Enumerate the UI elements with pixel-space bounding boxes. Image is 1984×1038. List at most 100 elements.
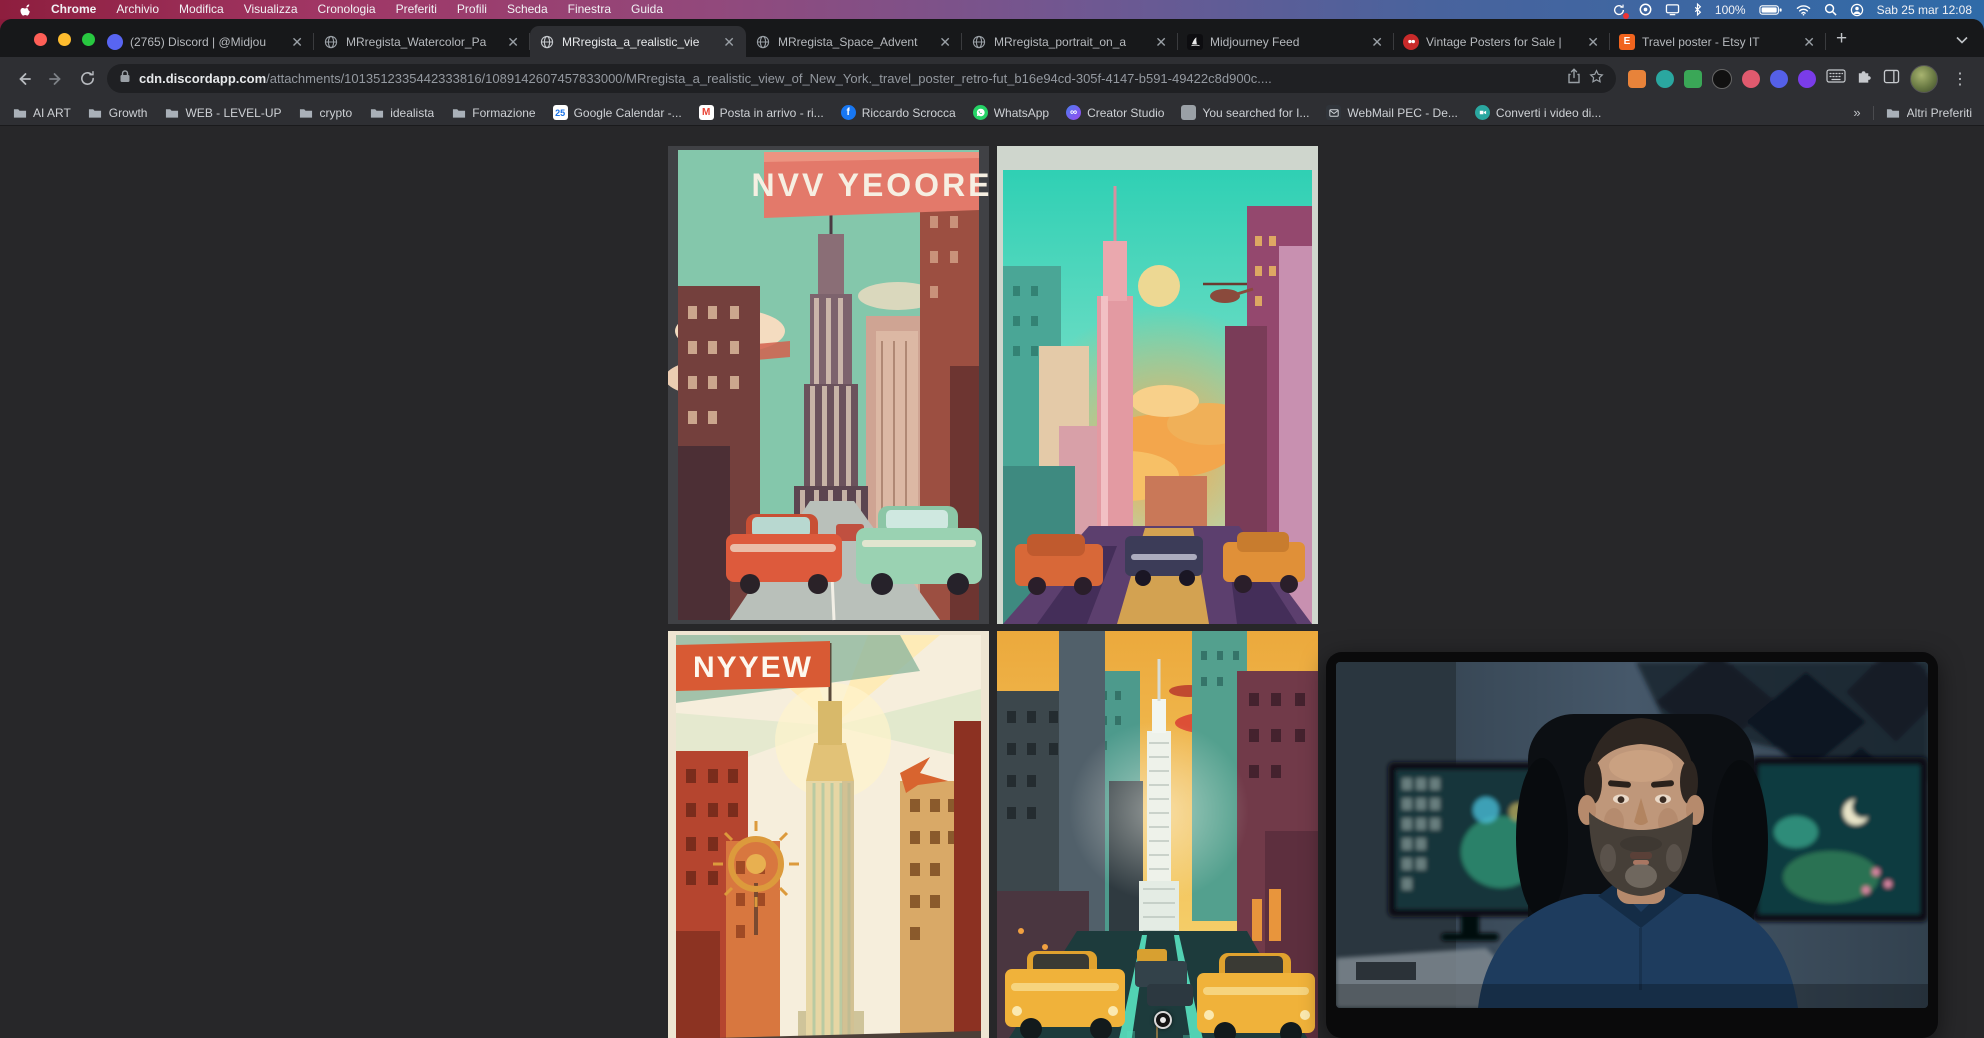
bookmark-folder-idealista[interactable]: idealista [369,105,434,120]
bookmark-label: WhatsApp [994,106,1049,120]
menu-item-cronologia[interactable]: Cronologia [308,0,386,19]
screen-mirroring-icon[interactable] [1665,3,1680,16]
bookmark-whatsapp[interactable]: WhatsApp [973,105,1049,120]
tab-close-icon[interactable]: ✕ [721,35,737,49]
tab-etsy[interactable]: E Travel poster - Etsy IT ✕ [1610,26,1826,57]
bookmark-you-searched[interactable]: You searched for I... [1181,105,1309,120]
bookmark-creator-studio[interactable]: ∞ Creator Studio [1066,105,1164,120]
side-panel-icon[interactable] [1883,69,1900,89]
bookmark-converti-video[interactable]: Converti i video di... [1475,105,1601,120]
google-calendar-icon: 25 [553,105,568,120]
reload-button[interactable] [76,67,99,90]
menu-item-modifica[interactable]: Modifica [169,0,234,19]
tab-watercolor[interactable]: MRregista_Watercolor_Pa ✕ [314,26,530,57]
facebook-icon: f [841,105,856,120]
tab-label: Vintage Posters for Sale | [1426,35,1578,49]
minimize-window-button[interactable] [58,33,71,46]
url-domain: cdn.discordapp.com [139,71,266,86]
macos-menu-bar: Chrome Archivio Modifica Visualizza Cron… [0,0,1984,19]
close-window-button[interactable] [34,33,47,46]
bookmark-folder-web-level-up[interactable]: WEB - LEVEL-UP [164,105,281,120]
tab-space-adventure[interactable]: MRregista_Space_Advent ✕ [746,26,962,57]
extension-icon-indigo[interactable] [1770,70,1788,88]
tab-close-icon[interactable]: ✕ [289,35,305,49]
share-icon[interactable] [1567,68,1581,89]
tab-label: Midjourney Feed [1210,35,1362,49]
etsy-favicon: E [1619,34,1635,50]
globe-favicon [755,34,771,50]
video-converter-icon [1475,105,1490,120]
back-button[interactable] [12,67,36,91]
bookmark-google-calendar[interactable]: 25 Google Calendar -... [553,105,682,120]
battery-icon[interactable] [1759,4,1783,16]
profile-avatar[interactable] [1910,65,1938,93]
webcam-video-frame [1336,662,1928,1008]
bookmark-folder-growth[interactable]: Growth [88,105,148,120]
tab-portrait[interactable]: MRregista_portrait_on_a ✕ [962,26,1178,57]
bookmarks-overflow-chevron[interactable]: » [1853,105,1860,120]
keyboard-shortcut-icon[interactable] [1826,69,1846,88]
extension-icon-orange[interactable] [1628,70,1646,88]
tab-realistic-view-active[interactable]: MRregista_a_realistic_vie ✕ [530,26,746,57]
tab-close-icon[interactable]: ✕ [1369,35,1385,49]
extension-icon-purple[interactable] [1798,70,1816,88]
bookmark-folder-ai-art[interactable]: AI ART [12,105,71,120]
menu-bar-clock[interactable]: Sab 25 mar 12:08 [1877,3,1972,17]
bookmark-folder-crypto[interactable]: crypto [299,105,353,120]
shield-status-icon[interactable] [1639,3,1652,16]
menu-item-visualizza[interactable]: Visualizza [234,0,308,19]
poster-title-top-left: NVV YEOORE [751,167,989,203]
extension-icon-green[interactable] [1684,70,1702,88]
tab-midjourney-feed[interactable]: Midjourney Feed ✕ [1178,26,1394,57]
bookmark-facebook-profile[interactable]: f Riccardo Scrocca [841,105,956,120]
webcam-overlay [1326,652,1938,1038]
extension-icon-black[interactable] [1712,69,1732,89]
address-bar[interactable]: cdn.discordapp.com/attachments/101351233… [107,64,1616,93]
tab-close-icon[interactable]: ✕ [937,35,953,49]
bluetooth-icon[interactable] [1693,3,1702,16]
menu-item-archivio[interactable]: Archivio [106,0,169,19]
menu-item-chrome[interactable]: Chrome [41,0,106,19]
extensions-puzzle-icon[interactable] [1856,68,1873,90]
fast-user-switch-icon[interactable] [1850,3,1864,17]
extension-icon-red[interactable] [1742,70,1760,88]
bookmark-folder-formazione[interactable]: Formazione [451,105,535,120]
bookmark-other-favorites[interactable]: Altri Preferiti [1886,105,1972,120]
menu-item-finestra[interactable]: Finestra [558,0,621,19]
apple-menu-icon[interactable] [12,3,41,17]
spotlight-search-icon[interactable] [1824,3,1837,16]
menu-item-scheda[interactable]: Scheda [497,0,558,19]
globe-favicon [539,34,555,50]
tab-search-chevron-icon[interactable] [1956,31,1968,49]
menu-item-preferiti[interactable]: Preferiti [386,0,447,19]
menu-item-profili[interactable]: Profili [447,0,497,19]
tab-close-icon[interactable]: ✕ [505,35,521,49]
vintage-posters-favicon [1403,34,1419,50]
new-tab-button[interactable]: + [1836,29,1847,48]
tab-close-icon[interactable]: ✕ [1153,35,1169,49]
browser-toolbar: cdn.discordapp.com/attachments/101351233… [0,57,1984,100]
forward-button[interactable] [44,67,68,91]
bookmark-webmail-pec[interactable]: WebMail PEC - De... [1326,105,1457,120]
folder-icon [369,105,384,120]
battery-percent: 100% [1715,3,1746,17]
bookmark-gmail-inbox[interactable]: M Posta in arrivo - ri... [699,105,824,120]
tab-label: MRregista_portrait_on_a [994,35,1146,49]
tab-vintage-posters[interactable]: Vintage Posters for Sale | ✕ [1394,26,1610,57]
tab-close-icon[interactable]: ✕ [1585,35,1601,49]
tabs: (2765) Discord | @Midjou ✕ MRregista_Wat… [98,26,1826,57]
tab-discord[interactable]: (2765) Discord | @Midjou ✕ [98,26,314,57]
wifi-icon[interactable] [1796,4,1811,16]
bookmark-label: You searched for I... [1202,106,1309,120]
bookmark-label: WEB - LEVEL-UP [185,106,281,120]
generic-page-icon [1181,105,1196,120]
bookmark-star-icon[interactable] [1589,69,1604,89]
tab-close-icon[interactable]: ✕ [1801,35,1817,49]
url-text: cdn.discordapp.com/attachments/101351233… [139,71,1559,86]
sync-notification-icon[interactable] [1612,3,1626,17]
extension-icon-teal[interactable] [1656,70,1674,88]
chrome-menu-icon[interactable]: ⋮ [1948,69,1972,89]
zoom-window-button[interactable] [82,33,95,46]
folder-icon [451,105,466,120]
menu-item-guida[interactable]: Guida [621,0,673,19]
